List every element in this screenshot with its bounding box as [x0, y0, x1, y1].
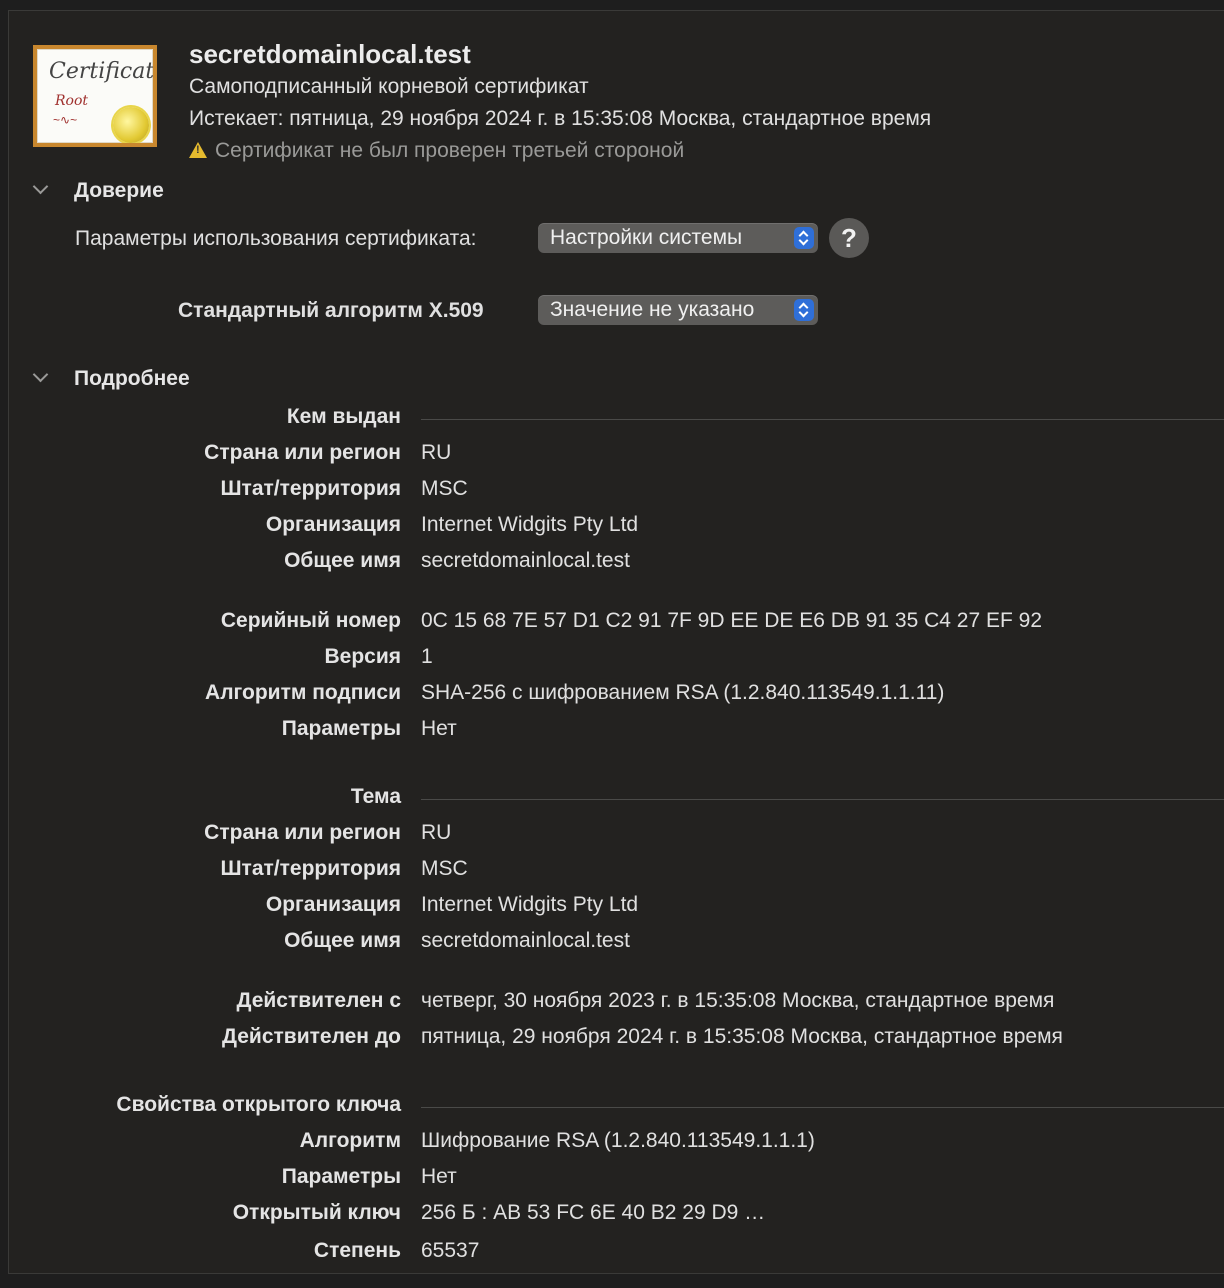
divider	[421, 799, 1224, 800]
detail-row: Штат/территория MSC	[9, 477, 1224, 507]
detail-row: Общее имя secretdomainlocal.test	[9, 549, 1224, 579]
detail-value: MSC	[421, 857, 468, 880]
detail-row: Открытый ключ 256 Б : AB 53 FC 6E 40 B2 …	[9, 1201, 1224, 1231]
trust-section-toggle[interactable]: Доверие	[32, 178, 164, 203]
certificate-type: Самоподписанный корневой сертификат	[189, 75, 589, 98]
detail-value: 256 Б : AB 53 FC 6E 40 B2 29 D9 …	[421, 1201, 766, 1224]
subject-heading-row: Тема	[9, 785, 1224, 815]
detail-row: Действителен до пятница, 29 ноября 2024 …	[9, 1025, 1224, 1055]
verification-warning: Сертификат не был проверен третьей сторо…	[189, 139, 684, 163]
detail-value: Internet Widgits Pty Ltd	[421, 513, 639, 536]
help-button[interactable]: ?	[829, 218, 869, 258]
detail-value: secretdomainlocal.test	[421, 929, 630, 952]
x509-label: Стандартный алгоритм X.509	[178, 299, 484, 322]
detail-key: Версия	[324, 645, 401, 668]
warning-icon	[189, 142, 207, 158]
certificate-paper: Certificate Root ~∿~	[37, 49, 153, 143]
detail-key: Алгоритм подписи	[205, 681, 401, 704]
detail-key: Степень	[313, 1239, 401, 1262]
detail-row: Действителен с четверг, 30 ноября 2023 г…	[9, 989, 1224, 1019]
chevron-down-icon[interactable]	[32, 178, 49, 195]
detail-key: Серийный номер	[220, 609, 401, 632]
detail-value: четверг, 30 ноября 2023 г. в 15:35:08 Мо…	[421, 989, 1055, 1012]
divider	[421, 419, 1224, 420]
chevron-down-icon[interactable]	[32, 366, 49, 383]
detail-value: SHA-256 с шифрованием RSA (1.2.840.11354…	[421, 681, 945, 704]
detail-key: Организация	[265, 893, 401, 916]
usage-popup-value: Настройки системы	[550, 226, 743, 249]
detail-row: Алгоритм подписи SHA-256 с шифрованием R…	[9, 681, 1224, 711]
details-section-toggle[interactable]: Подробнее	[32, 366, 190, 391]
detail-key: Действителен до	[222, 1025, 401, 1048]
certificate-icon: Certificate Root ~∿~	[33, 45, 157, 147]
divider	[421, 1107, 1224, 1108]
detail-key: Действителен с	[236, 989, 402, 1012]
certificate-icon-root-text: Root	[55, 93, 89, 109]
public-key-heading-row: Свойства открытого ключа	[9, 1093, 1224, 1123]
detail-value: RU	[421, 821, 452, 844]
detail-key: Штат/территория	[220, 477, 401, 500]
detail-row: Параметры Нет	[9, 717, 1224, 747]
details-section-label: Подробнее	[74, 367, 190, 390]
x509-popup[interactable]: Значение не указано	[538, 295, 818, 325]
detail-row: Организация Internet Widgits Pty Ltd	[9, 893, 1224, 923]
detail-key: Общее имя	[284, 549, 401, 572]
detail-value: Шифрование RSA (1.2.840.113549.1.1.1)	[421, 1129, 815, 1152]
detail-row: Параметры Нет	[9, 1165, 1224, 1195]
detail-row: Серийный номер 0C 15 68 7E 57 D1 C2 91 7…	[9, 609, 1224, 639]
detail-value: 1	[421, 645, 433, 668]
detail-key: Организация	[265, 513, 401, 536]
detail-value: Нет	[421, 717, 457, 740]
detail-row: Степень 65537	[9, 1239, 1224, 1269]
popup-arrows-icon	[794, 299, 814, 321]
detail-row: Версия 1	[9, 645, 1224, 675]
detail-key: Алгоритм	[299, 1129, 401, 1152]
certificate-expiry: Истекает: пятница, 29 ноября 2024 г. в 1…	[189, 107, 932, 130]
detail-value: RU	[421, 441, 452, 464]
detail-row: Общее имя secretdomainlocal.test	[9, 929, 1224, 959]
usage-popup[interactable]: Настройки системы	[538, 223, 818, 253]
trust-section-label: Доверие	[74, 179, 164, 202]
certificate-icon-text: Certificate	[49, 59, 153, 84]
detail-value: Нет	[421, 1165, 457, 1188]
popup-arrows-icon	[794, 227, 814, 249]
issuer-heading-row: Кем выдан	[9, 405, 1224, 435]
certificate-window: Certificate Root ~∿~ secretdomainlocal.t…	[8, 10, 1224, 1274]
public-key-heading: Свойства открытого ключа	[116, 1093, 401, 1116]
detail-key: Параметры	[281, 717, 401, 740]
detail-row: Страна или регион RU	[9, 821, 1224, 851]
detail-key: Общее имя	[284, 929, 401, 952]
detail-value: Internet Widgits Pty Ltd	[421, 893, 639, 916]
x509-popup-value: Значение не указано	[550, 298, 755, 321]
detail-key: Открытый ключ	[232, 1201, 401, 1224]
subject-heading: Тема	[350, 785, 401, 808]
detail-row: Алгоритм Шифрование RSA (1.2.840.113549.…	[9, 1129, 1224, 1159]
certificate-flourish: ~∿~	[53, 113, 78, 127]
detail-value: secretdomainlocal.test	[421, 549, 630, 572]
certificate-title: secretdomainlocal.test	[189, 39, 471, 69]
detail-value: пятница, 29 ноября 2024 г. в 15:35:08 Мо…	[421, 1025, 1063, 1048]
usage-label: Параметры использования сертификата:	[75, 227, 477, 250]
issuer-heading: Кем выдан	[286, 405, 401, 428]
detail-row: Организация Internet Widgits Pty Ltd	[9, 513, 1224, 543]
detail-key: Страна или регион	[204, 441, 401, 464]
warning-text: Сертификат не был проверен третьей сторо…	[215, 139, 685, 162]
detail-value: 0C 15 68 7E 57 D1 C2 91 7F 9D EE DE E6 D…	[421, 609, 1043, 632]
seal-icon	[113, 107, 149, 143]
detail-row: Штат/территория MSC	[9, 857, 1224, 887]
detail-key: Параметры	[281, 1165, 401, 1188]
detail-key: Штат/территория	[220, 857, 401, 880]
detail-key: Страна или регион	[204, 821, 401, 844]
detail-value: MSC	[421, 477, 468, 500]
detail-value: 65537	[421, 1239, 480, 1262]
detail-row: Страна или регион RU	[9, 441, 1224, 471]
